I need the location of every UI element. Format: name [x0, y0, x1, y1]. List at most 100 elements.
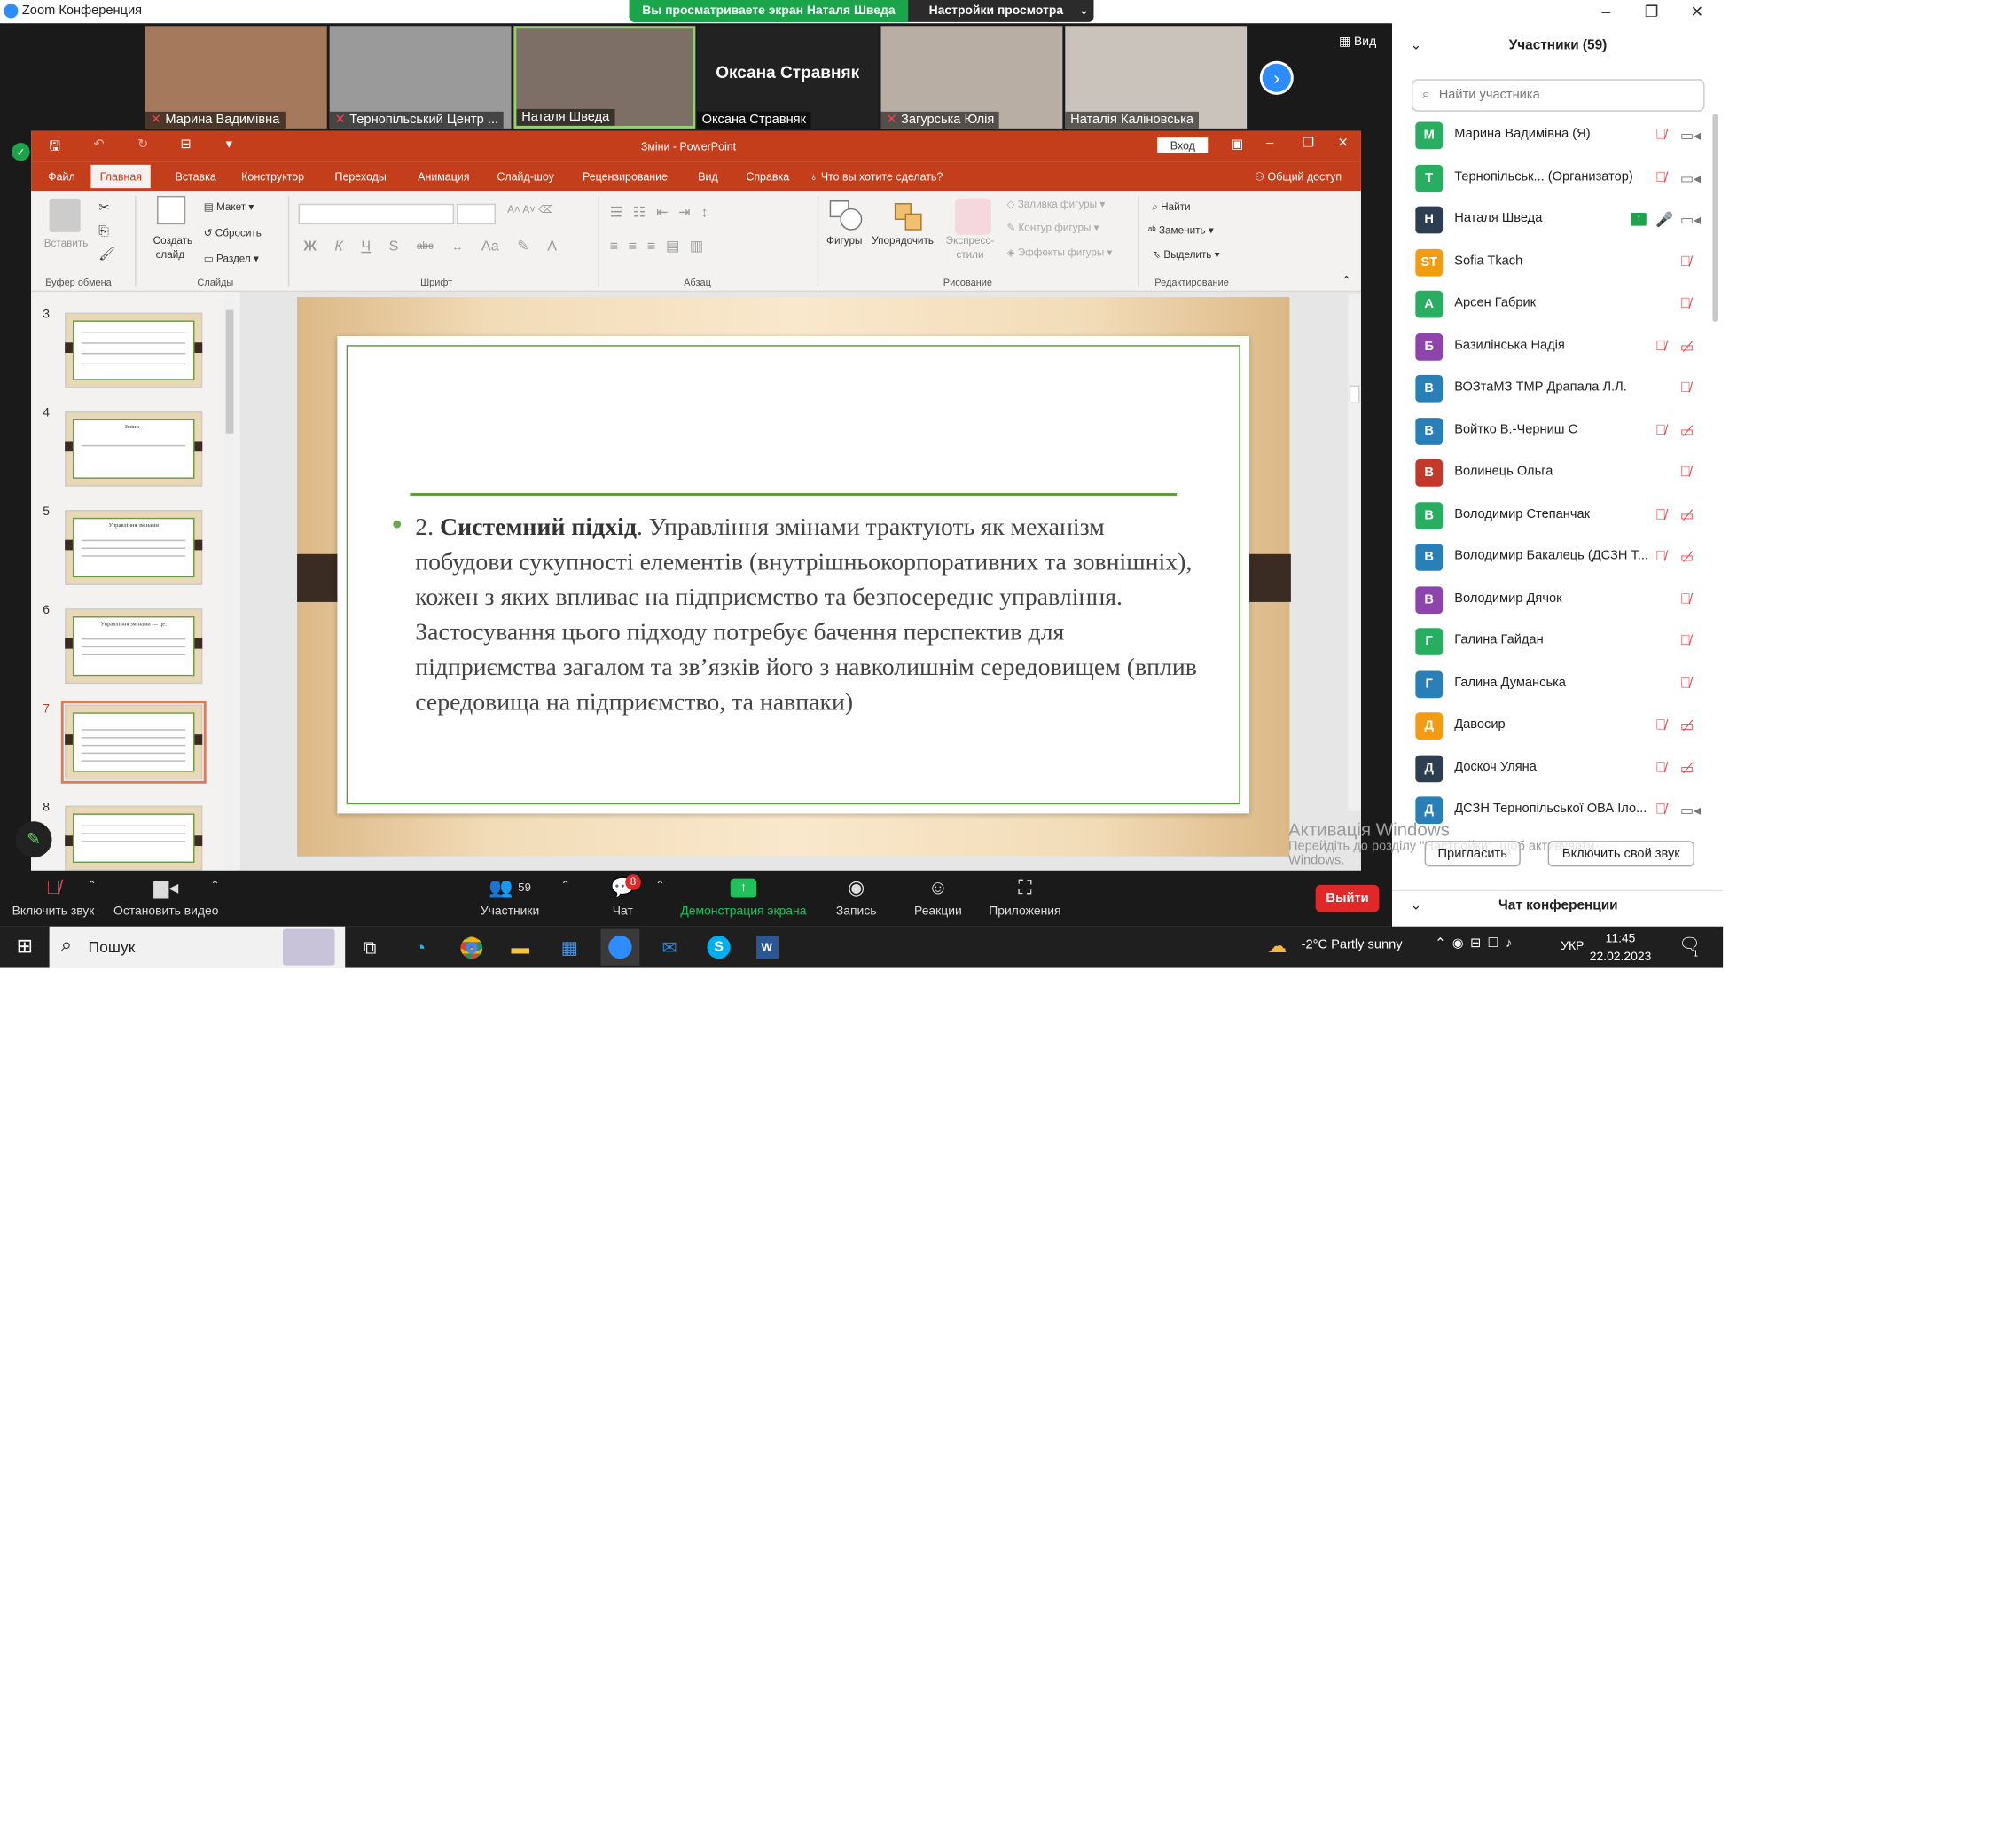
leave-button[interactable]: Выйти — [1315, 884, 1380, 912]
strikethrough-button[interactable]: abc — [417, 240, 434, 252]
start-button[interactable]: ⊞ — [13, 935, 36, 958]
copy-icon[interactable]: ⎘ — [98, 224, 109, 239]
arrange-button[interactable]: Упорядочить — [872, 235, 934, 247]
char-spacing-icon[interactable]: ↔ — [451, 239, 463, 253]
weather-text[interactable]: -2°C Partly sunny — [1302, 938, 1403, 952]
change-case-button[interactable]: Аа — [481, 238, 499, 254]
invite-button[interactable]: Пригласить — [1424, 841, 1521, 867]
participant-row[interactable]: Т Тернопільськ... (Организатор) 🎙̸ ▭◂ — [1392, 158, 1710, 200]
ppt-restore-button[interactable]: ❐ — [1303, 137, 1314, 151]
skype-icon[interactable]: S — [705, 935, 733, 960]
participant-row[interactable]: В Войтко В.-Черниш С 🎙̸ ▭̸ — [1392, 411, 1710, 452]
replace-button[interactable]: ᵃᵇ Заменить ▾ — [1148, 224, 1214, 236]
font-name-input[interactable] — [298, 203, 455, 225]
list-buttons[interactable]: ☰☷⇤⇥↕ — [610, 204, 718, 221]
italic-button[interactable]: К — [334, 238, 342, 254]
slide-thumb-active[interactable] — [60, 701, 207, 784]
participant-row[interactable]: В ВОЗтаМЗ ТМР Драпала Л.Л. 🎙̸ — [1392, 369, 1710, 411]
participant-row[interactable]: А Арсен Габрик 🎙̸ — [1392, 284, 1710, 325]
apps-button[interactable]: ⛶ Приложения — [983, 871, 1067, 927]
video-tile[interactable]: ✕ Марина Вадимівна — [145, 26, 327, 129]
section-button[interactable]: ▭ Раздел ▾ — [204, 253, 259, 264]
undo-icon[interactable]: ↶ — [93, 137, 104, 152]
quick-styles-button[interactable]: Экспресс- — [946, 235, 994, 247]
weather-icon[interactable]: ☁ — [1268, 935, 1291, 958]
font-color-icon[interactable]: A — [547, 238, 557, 254]
word-icon[interactable]: W — [753, 935, 781, 960]
reset-button[interactable]: ↺ Сбросить — [204, 227, 262, 239]
find-button[interactable]: ⌕ Найти — [1152, 201, 1190, 215]
language-indicator[interactable]: УКР — [1561, 939, 1584, 953]
current-slide[interactable]: 2. Системний підхід. Управління змінами … — [297, 297, 1291, 857]
participant-row[interactable]: М Марина Вадимівна (Я) 🎙̸ ▭◂ — [1392, 115, 1710, 157]
participant-row[interactable]: Г Галина Гайдан 🎙̸ — [1392, 622, 1710, 663]
next-page-button[interactable]: › — [1259, 60, 1294, 95]
slide-body-text[interactable]: 2. Системний підхід. Управління змінами … — [393, 510, 1207, 720]
customize-icon[interactable]: ▾ — [226, 137, 232, 152]
zoom-taskbar-icon[interactable] — [600, 928, 640, 966]
redo-icon[interactable]: ↻ — [137, 137, 148, 152]
save-icon[interactable]: 🖫 — [50, 137, 60, 160]
record-button[interactable]: ◉ Запись — [830, 871, 882, 927]
shapes-icon[interactable] — [828, 199, 865, 235]
thumbnail-scrollbar[interactable] — [224, 294, 235, 871]
arrange-icon[interactable] — [890, 199, 927, 235]
close-button[interactable]: ✕ — [1674, 0, 1721, 23]
reactions-button[interactable]: ☺ Реакции — [908, 871, 967, 927]
shape-fill-button[interactable]: ◇ Заливка фигуры ▾ — [1006, 199, 1105, 210]
participants-button[interactable]: 👥 59 Участники — [475, 871, 545, 927]
video-tile[interactable]: Наталія Каліновська — [1065, 26, 1248, 129]
shape-outline-button[interactable]: ✎ Контур фигуры ▾ — [1006, 222, 1099, 233]
video-tile[interactable]: ✕ Загурська Юлія — [880, 26, 1063, 129]
layout-button[interactable]: ▤ Макет ▾ — [204, 201, 254, 213]
tab-animation[interactable]: Анимация — [418, 170, 469, 184]
video-tile-active-speaker[interactable]: Наталя Шведа — [513, 26, 696, 129]
file-explorer-icon[interactable]: ▬ — [506, 935, 535, 960]
tab-help[interactable]: Справка — [746, 170, 789, 184]
participant-row[interactable]: В Володимир Степанчак 🎙̸ ▭̸ — [1392, 495, 1710, 536]
unmute-button[interactable]: 🎙̸ Включить звук — [8, 871, 98, 927]
new-slide-button[interactable]: Создать — [153, 235, 192, 247]
tab-transitions[interactable]: Переходы — [335, 170, 387, 184]
grow-font-icon[interactable]: A˄ A˅ ⌫ — [507, 204, 553, 215]
underline-button[interactable]: Ч — [361, 238, 371, 254]
taskbar-search[interactable]: ⌕ Пошук — [49, 926, 346, 968]
tab-review[interactable]: Рецензирование — [583, 170, 668, 184]
shadow-button[interactable]: S — [389, 238, 399, 254]
format-painter-icon[interactable]: 🖌 — [98, 247, 115, 262]
tab-insert[interactable]: Вставка — [176, 170, 216, 184]
video-options-chevron-icon[interactable]: ⌃ — [210, 879, 220, 893]
video-tile[interactable]: Оксана Стравняк Оксана Стравняк — [696, 26, 879, 129]
participant-search-input[interactable]: ⌕ Найти участника — [1411, 79, 1705, 112]
participants-scrollbar[interactable] — [1712, 114, 1718, 322]
participant-row[interactable]: Г Галина Думанська 🎙̸ — [1392, 663, 1710, 705]
audio-options-chevron-icon[interactable]: ⌃ — [87, 879, 97, 893]
tray-icons[interactable]: ⌃◉⊟☐♪ — [1435, 936, 1518, 951]
clock[interactable]: 11:45 22.02.2023 — [1588, 930, 1653, 967]
maximize-button[interactable]: ❐ — [1628, 0, 1675, 23]
editor-scrollbar[interactable] — [1348, 294, 1361, 811]
select-button[interactable]: ⇖ Выделить ▾ — [1152, 249, 1219, 261]
tab-design[interactable]: Конструктор — [241, 170, 304, 184]
chrome-icon[interactable] — [457, 935, 485, 960]
ribbon-display-icon[interactable]: ▣ — [1232, 137, 1244, 152]
share-screen-button[interactable]: ↑ Демонстрация экрана — [675, 871, 812, 927]
ppt-minimize-button[interactable]: – — [1266, 137, 1273, 151]
slideshow-icon[interactable]: ⊟ — [180, 137, 191, 152]
font-size-input[interactable] — [457, 203, 496, 225]
paste-button[interactable]: Вставить — [44, 238, 89, 249]
view-button[interactable]: ▦ Вид — [1339, 35, 1376, 50]
view-options-button[interactable]: Настройки просмотра ⌄ — [908, 0, 1093, 22]
collapse-chevron-icon[interactable]: ⌄ — [1410, 37, 1421, 53]
cut-icon[interactable]: ✂ — [98, 201, 109, 215]
participant-row[interactable]: ST Sofia Tkach 🎙̸ — [1392, 242, 1710, 284]
video-tile[interactable]: ✕ Тернопільський Центр ... — [329, 26, 512, 129]
chat-chevron-icon[interactable]: ⌃ — [655, 879, 665, 893]
slide-thumb[interactable]: Управління змінами — [65, 510, 203, 585]
annotate-pen-icon[interactable]: ✎ — [15, 821, 52, 858]
minimize-button[interactable]: – — [1583, 0, 1630, 23]
bold-button[interactable]: Ж — [303, 238, 317, 254]
shapes-button[interactable]: Фигуры — [826, 235, 862, 247]
unmute-me-button[interactable]: Включить свой звук — [1547, 841, 1694, 867]
participant-row[interactable]: В Володимир Дячок 🎙̸ — [1392, 579, 1710, 621]
